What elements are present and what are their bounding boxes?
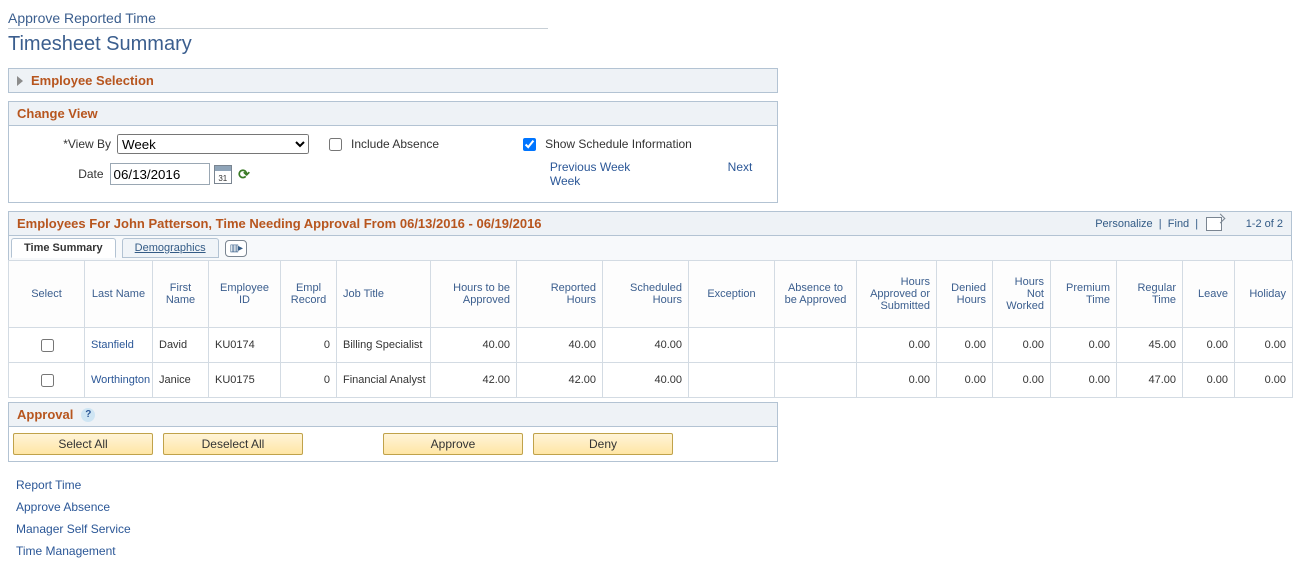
cell-holiday: 0.00 xyxy=(1235,363,1293,398)
cell-reported-hours: 42.00 xyxy=(517,363,603,398)
cell-first-name: Janice xyxy=(153,363,209,398)
time-management-link[interactable]: Time Management xyxy=(16,544,1292,558)
cell-denied-hours: 0.00 xyxy=(937,328,993,363)
approve-absence-link[interactable]: Approve Absence xyxy=(16,500,1292,514)
col-premium-time[interactable]: Premium Time xyxy=(1051,261,1117,328)
col-leave[interactable]: Leave xyxy=(1183,261,1235,328)
tab-time-summary[interactable]: Time Summary xyxy=(11,238,116,258)
cell-scheduled-hours: 40.00 xyxy=(603,363,689,398)
report-time-link[interactable]: Report Time xyxy=(16,478,1292,492)
col-absence-to-approve[interactable]: Absence to be Approved xyxy=(775,261,857,328)
page-range: 1-2 of 2 xyxy=(1246,217,1283,229)
cell-regular-time: 47.00 xyxy=(1117,363,1183,398)
col-denied-hours[interactable]: Denied Hours xyxy=(937,261,993,328)
employee-selection-header[interactable]: Employee Selection xyxy=(8,68,778,93)
page-title: Approve Reported Time xyxy=(8,10,548,29)
cell-denied-hours: 0.00 xyxy=(937,363,993,398)
tab-demographics[interactable]: Demographics xyxy=(122,238,219,258)
cell-absence-to-approve xyxy=(775,328,857,363)
deny-button[interactable]: Deny xyxy=(533,433,673,455)
cell-employee-id: KU0174 xyxy=(209,328,281,363)
col-reported-hours[interactable]: Reported Hours xyxy=(517,261,603,328)
previous-week-link[interactable]: Previous Week xyxy=(550,160,630,174)
cell-hours-not-worked: 0.00 xyxy=(993,328,1051,363)
cell-employee-id: KU0175 xyxy=(209,363,281,398)
date-input[interactable] xyxy=(110,163,210,185)
cell-absence-to-approve xyxy=(775,363,857,398)
approval-title: Approval xyxy=(17,407,73,422)
col-last-name[interactable]: Last Name xyxy=(85,261,153,328)
col-holiday[interactable]: Holiday xyxy=(1235,261,1293,328)
table-row: Worthington Janice KU0175 0 Financial An… xyxy=(9,363,1293,398)
show-schedule-checkbox[interactable] xyxy=(523,138,536,151)
cell-premium-time: 0.00 xyxy=(1051,363,1117,398)
row-select-checkbox[interactable] xyxy=(41,374,54,387)
cell-reported-hours: 40.00 xyxy=(517,328,603,363)
calendar-icon[interactable] xyxy=(214,165,233,184)
last-name-link[interactable]: Stanfield xyxy=(91,339,134,351)
show-all-columns-icon[interactable]: ▥▸ xyxy=(225,240,247,257)
cell-hours-not-worked: 0.00 xyxy=(993,363,1051,398)
personalize-link[interactable]: Personalize xyxy=(1095,217,1152,229)
include-absence-checkbox[interactable] xyxy=(329,138,342,151)
select-all-button[interactable]: Select All xyxy=(13,433,153,455)
col-first-name[interactable]: First Name xyxy=(153,261,209,328)
cell-regular-time: 45.00 xyxy=(1117,328,1183,363)
footer-links: Report Time Approve Absence Manager Self… xyxy=(16,478,1292,558)
col-select: Select xyxy=(9,261,85,328)
cell-empl-record: 0 xyxy=(281,363,337,398)
cell-hours-approved-submitted: 0.00 xyxy=(857,363,937,398)
manager-self-service-link[interactable]: Manager Self Service xyxy=(16,522,1292,536)
find-link[interactable]: Find xyxy=(1168,217,1189,229)
cell-hours-to-approve: 40.00 xyxy=(431,328,517,363)
grid-header-row: Select Last Name First Name Employee ID … xyxy=(9,261,1293,328)
cell-exception xyxy=(689,328,775,363)
col-hours-not-worked[interactable]: Hours Not Worked xyxy=(993,261,1051,328)
approve-button[interactable]: Approve xyxy=(383,433,523,455)
cell-holiday: 0.00 xyxy=(1235,328,1293,363)
help-icon[interactable]: ? xyxy=(81,408,95,422)
col-exception[interactable]: Exception xyxy=(689,261,775,328)
employee-grid: Select Last Name First Name Employee ID … xyxy=(8,260,1293,398)
cell-exception xyxy=(689,363,775,398)
cell-leave: 0.00 xyxy=(1183,363,1235,398)
cell-job-title: Billing Specialist xyxy=(337,328,431,363)
cell-first-name: David xyxy=(153,328,209,363)
expand-icon xyxy=(17,76,23,86)
change-view-panel: Change View View By Week Include Absence… xyxy=(8,101,778,203)
cell-job-title: Financial Analyst xyxy=(337,363,431,398)
employee-selection-title: Employee Selection xyxy=(31,73,154,88)
cell-hours-approved-submitted: 0.00 xyxy=(857,328,937,363)
approval-panel: Approval ? Select All Deselect All Appro… xyxy=(8,402,778,462)
approval-header: Approval ? xyxy=(9,403,777,427)
col-employee-id[interactable]: Employee ID xyxy=(209,261,281,328)
view-by-select[interactable]: Week xyxy=(117,134,309,154)
last-name-link[interactable]: Worthington xyxy=(91,374,150,386)
change-view-header: Change View xyxy=(9,102,777,126)
table-row: Stanfield David KU0174 0 Billing Special… xyxy=(9,328,1293,363)
zoom-icon[interactable] xyxy=(1206,217,1222,231)
col-empl-record[interactable]: Empl Record xyxy=(281,261,337,328)
col-hours-approved-submitted[interactable]: Hours Approved or Submitted xyxy=(857,261,937,328)
deselect-all-button[interactable]: Deselect All xyxy=(163,433,303,455)
refresh-icon[interactable]: ⟳ xyxy=(238,166,250,183)
row-select-checkbox[interactable] xyxy=(41,339,54,352)
show-schedule-label: Show Schedule Information xyxy=(545,137,692,151)
page-subtitle: Timesheet Summary xyxy=(8,33,1292,56)
cell-hours-to-approve: 42.00 xyxy=(431,363,517,398)
view-by-label: View By xyxy=(19,137,111,151)
grid-title: Employees For John Patterson, Time Needi… xyxy=(17,216,542,231)
date-label: Date xyxy=(19,167,104,181)
include-absence-label: Include Absence xyxy=(351,137,439,151)
col-job-title[interactable]: Job Title xyxy=(337,261,431,328)
cell-scheduled-hours: 40.00 xyxy=(603,328,689,363)
col-regular-time[interactable]: Regular Time xyxy=(1117,261,1183,328)
cell-empl-record: 0 xyxy=(281,328,337,363)
grid-header-bar: Employees For John Patterson, Time Needi… xyxy=(8,211,1292,236)
cell-leave: 0.00 xyxy=(1183,328,1235,363)
col-scheduled-hours[interactable]: Scheduled Hours xyxy=(603,261,689,328)
col-hours-to-approve[interactable]: Hours to be Approved xyxy=(431,261,517,328)
grid-tabs: Time Summary Demographics ▥▸ xyxy=(8,236,1292,260)
cell-premium-time: 0.00 xyxy=(1051,328,1117,363)
